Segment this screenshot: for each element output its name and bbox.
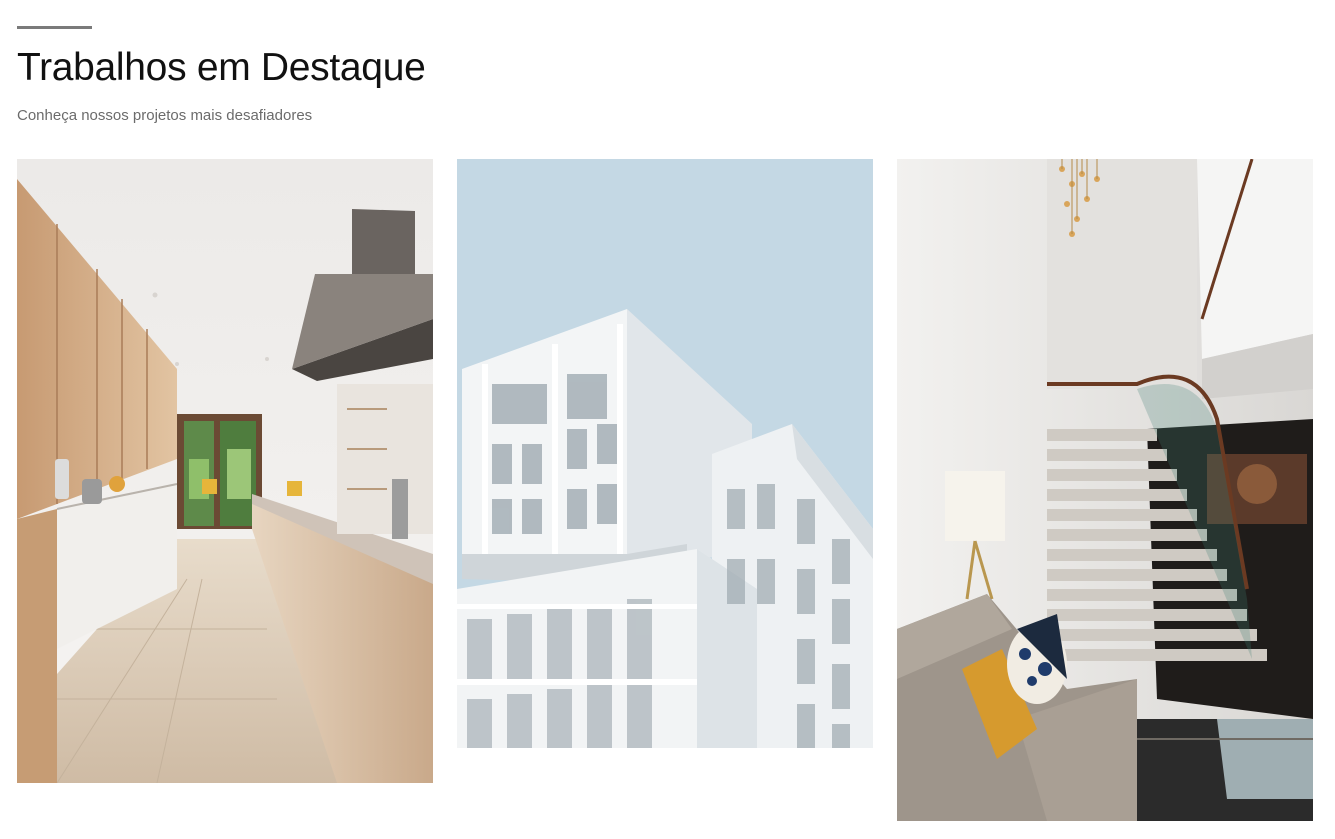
building-image: [457, 159, 873, 748]
section-subtitle: Conheça nossos projetos mais desafiadore…: [17, 107, 313, 124]
project-card-building[interactable]: [457, 159, 873, 748]
lobby-image: [897, 159, 1313, 821]
project-card-kitchen[interactable]: [17, 159, 433, 783]
section-header: Trabalhos em Destaque Conheça nossos pro…: [17, 26, 426, 124]
project-card-lobby[interactable]: [897, 159, 1313, 821]
kitchen-image: [17, 159, 433, 783]
section-title: Trabalhos em Destaque: [17, 46, 426, 89]
title-accent-bar: [17, 26, 92, 29]
